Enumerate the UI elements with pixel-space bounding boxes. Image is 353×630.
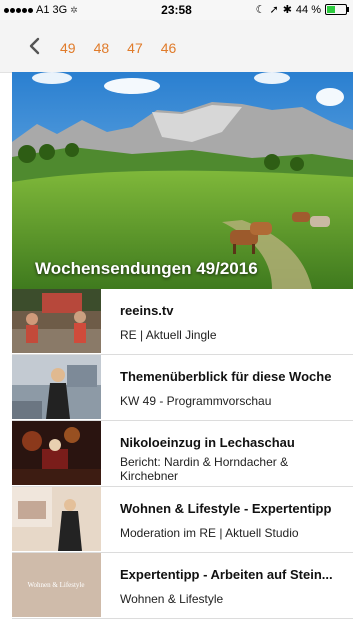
item-title: Wohnen & Lifestyle - Expertentipp [120, 501, 332, 516]
moon-icon: ☾ [255, 4, 266, 16]
item-subtitle: Bericht: Nardin & Horndacher & Kirchebne… [120, 455, 289, 483]
list-item[interactable]: Nikoloeinzug in Lechaschau Bericht: Nard… [12, 421, 353, 487]
item-subtitle: KW 49 - Programmvorschau [120, 394, 272, 408]
item-title: reeins.tv [120, 303, 174, 318]
item-subtitle: RE | Aktuell Jingle [120, 328, 217, 342]
hero-banner[interactable]: Wochensendungen 49/2016 [12, 72, 353, 289]
app-screen: A1 3G ✲ 23:58 ☾ ➚ ✱ 44 % 49 48 47 46 Woc… [0, 0, 353, 630]
nav-bar: 49 48 47 46 [0, 20, 353, 73]
video-thumbnail: Wohnen & Lifestyle [12, 553, 101, 617]
status-right: ☾ ➚ ✱ 44 % [255, 3, 349, 16]
hero-title: Wochensendungen 49/2016 [35, 259, 258, 278]
video-thumbnail [12, 289, 101, 353]
list-item[interactable]: reeins.tv RE | Aktuell Jingle [12, 289, 353, 355]
battery-percent: 44 % [295, 3, 321, 16]
week-tab[interactable]: 46 [161, 40, 177, 56]
item-title: Themenüberblick für diese Woche [120, 369, 332, 384]
battery-icon [325, 4, 349, 15]
item-title: Nikoloeinzug in Lechaschau [120, 435, 295, 450]
week-tab[interactable]: 47 [127, 40, 143, 56]
hero-image [12, 72, 353, 289]
week-selector: 49 48 47 46 [60, 40, 176, 56]
video-thumbnail [12, 355, 101, 419]
week-tab[interactable]: 48 [94, 40, 110, 56]
location-icon: ➚ [269, 4, 279, 16]
item-subtitle: Moderation im RE | Aktuell Studio [120, 526, 299, 540]
week-tab[interactable]: 49 [60, 40, 76, 56]
video-list: reeins.tv RE | Aktuell Jingle Themenüber… [12, 289, 353, 619]
item-title: Expertentipp - Arbeiten auf Stein... [120, 567, 333, 582]
item-subtitle: Wohnen & Lifestyle [120, 592, 224, 606]
bluetooth-icon: ✱ [282, 4, 292, 16]
list-item[interactable]: Themenüberblick für diese Woche KW 49 - … [12, 355, 353, 421]
thumbnail-logo-text: Wohnen & Lifestyle [28, 581, 85, 589]
video-thumbnail [12, 487, 101, 551]
status-bar: A1 3G ✲ 23:58 ☾ ➚ ✱ 44 % [0, 0, 353, 20]
list-item[interactable]: Wohnen & Lifestyle Expertentipp - Arbeit… [12, 553, 353, 619]
video-thumbnail [12, 421, 101, 485]
chevron-left-icon[interactable] [26, 37, 44, 55]
list-item[interactable]: Wohnen & Lifestyle - Expertentipp Modera… [12, 487, 353, 553]
